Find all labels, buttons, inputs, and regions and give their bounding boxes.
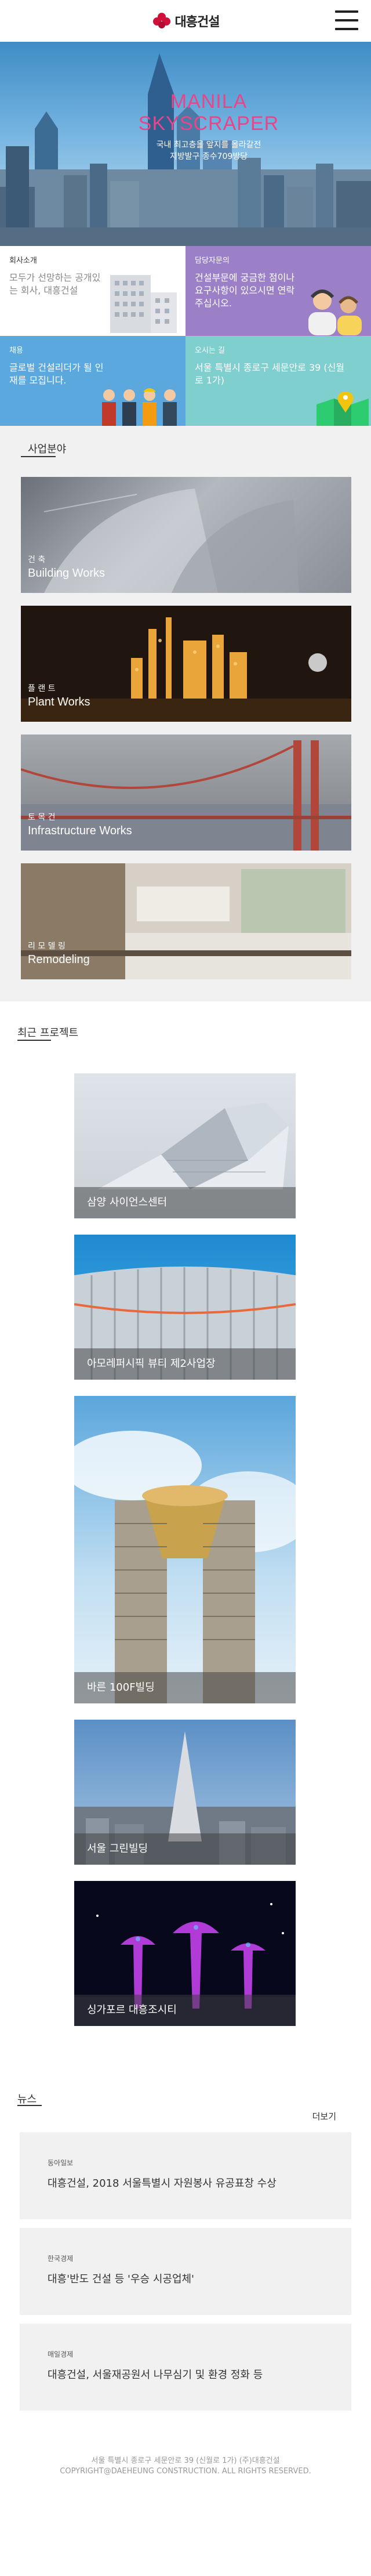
- hero-title-line1: MANILA: [170, 91, 248, 113]
- tile-company-intro[interactable]: 회사소개 모두가 선망하는 공개있는 회사, 대흥건설: [0, 246, 186, 336]
- news-item[interactable]: 매일경제 대흥건설, 서울재공원서 나무심기 및 환경 정화 등: [20, 2324, 351, 2411]
- projects-section-title: 최근 프로젝트: [17, 1027, 79, 1039]
- business-card-sub: 플 랜 트: [28, 684, 56, 693]
- hero-title-line2: SKYSCRAPER: [138, 113, 279, 135]
- tile-contact-label: 담당자문의: [195, 256, 230, 265]
- hero-subtitle-line2: 지방발구 종수709방당: [169, 152, 248, 161]
- project-card[interactable]: 바른 100F빌딩: [74, 1396, 296, 1703]
- hero-subtitle: 국내 최고층을 앞지를 올라갈전 지방발구 종수709방당: [110, 139, 307, 162]
- news-item[interactable]: 한국경제 대흥'반도 건설 등 '우승 시공업체': [20, 2228, 351, 2315]
- business-card-title: Plant Works: [28, 696, 90, 708]
- project-label: 서울 그린빌딩: [87, 1843, 148, 1855]
- building-illustration-icon: [110, 275, 177, 333]
- workers-illustration-icon: [102, 388, 177, 426]
- news-source: 동아일보: [48, 2159, 74, 2167]
- business-card-title: Remodeling: [28, 953, 90, 966]
- news-source: 한국경제: [48, 2255, 74, 2263]
- tile-recruit-text: 글로벌 건설리더가 될 인재를 모집니다.: [9, 362, 104, 386]
- business-card-remodeling[interactable]: 리 모 델 링 Remodeling: [21, 863, 351, 979]
- hero-title: MANILA SKYSCRAPER: [110, 91, 307, 135]
- hamburger-icon-bar: [335, 19, 358, 21]
- logo-text: 대흥건설: [174, 15, 220, 30]
- projects-title-underline: [17, 1040, 51, 1041]
- business-card-infrastructure[interactable]: 토 목 건 Infrastructure Works: [21, 735, 351, 851]
- tile-contact-text: 건설부문에 궁금한 점이나 요구사항이 있으시면 연락 주십시오.: [195, 272, 295, 309]
- tile-recruit[interactable]: 채용 글로벌 건설리더가 될 인재를 모집니다.: [0, 336, 186, 426]
- tile-location-label: 오시는 길: [195, 346, 225, 355]
- news-section-title: 뉴스: [17, 2093, 37, 2105]
- map-pin-icon: [317, 392, 369, 426]
- page: 대흥건설 MANILA SKYSCRAPER 국내 최고층을 앞지를 올라갈전 …: [0, 0, 371, 2576]
- news-title: 대흥건설, 2018 서울특별시 자원봉사 유공표창 수상: [48, 2177, 277, 2190]
- news-item[interactable]: 동아일보 대흥건설, 2018 서울특별시 자원봉사 유공표창 수상: [20, 2132, 351, 2219]
- project-label: 바른 100F빌딩: [87, 1681, 155, 1694]
- footer-address: 서울 특별시 종로구 세문안로 39 (신월로 1가) (주)대흥건설: [91, 2456, 280, 2465]
- tile-location-text: 서울 특별시 종로구 세문안로 39 (신월로 1가): [195, 362, 345, 386]
- hamburger-menu-button[interactable]: [335, 10, 358, 30]
- business-card-plant[interactable]: 플 랜 트 Plant Works: [21, 606, 351, 722]
- business-section-title: 사업분야: [28, 443, 67, 455]
- project-card[interactable]: 싱가포르 대흥조시티: [74, 1881, 296, 2026]
- business-card-sub: 건 축: [28, 555, 46, 565]
- support-agents-icon: [308, 290, 362, 335]
- logo-flower-icon: [152, 13, 170, 28]
- business-section: 사업분야 건 축 Building Works 플 랜 트 Plant Work…: [0, 426, 371, 1001]
- project-image: [74, 1431, 296, 1703]
- business-card-building[interactable]: 건 축 Building Works: [21, 477, 351, 593]
- business-title-underline: [21, 456, 56, 457]
- hero-banner[interactable]: MANILA SKYSCRAPER 국내 최고층을 앞지를 올라갈전 지방발구 …: [0, 42, 371, 246]
- tile-location[interactable]: 오시는 길 서울 특별시 종로구 세문안로 39 (신월로 1가): [186, 336, 371, 426]
- business-card-title: Infrastructure Works: [28, 824, 132, 837]
- business-card-sub: 토 목 건: [28, 813, 56, 822]
- project-label: 삼양 사이언스센터: [87, 1196, 168, 1209]
- project-card[interactable]: 삼양 사이언스센터: [74, 1073, 296, 1218]
- business-card-title: Building Works: [28, 567, 106, 580]
- project-label: 아모레퍼시픽 뷰티 제2사업장: [87, 1358, 216, 1370]
- project-card[interactable]: 아모레퍼시픽 뷰티 제2사업장: [74, 1235, 296, 1380]
- news-title: 대흥'반도 건설 등 '우승 시공업체': [48, 2273, 195, 2285]
- hamburger-icon: [335, 10, 358, 13]
- site-header: 대흥건설: [0, 0, 371, 42]
- project-card[interactable]: 서울 그린빌딩: [74, 1720, 296, 1865]
- news-title: 대흥건설, 서울재공원서 나무심기 및 환경 정화 등: [48, 2369, 263, 2381]
- news-title-underline: [17, 2105, 42, 2106]
- tile-contact[interactable]: 담당자문의 건설부문에 궁금한 점이나 요구사항이 있으시면 연락 주십시오.: [186, 246, 371, 336]
- project-label: 싱가포르 대흥조시티: [87, 2004, 177, 2016]
- hamburger-icon-bar: [335, 28, 358, 30]
- business-card-sub: 리 모 델 링: [28, 942, 66, 951]
- tile-company-label: 회사소개: [9, 256, 37, 265]
- tile-recruit-label: 채용: [9, 346, 23, 355]
- footer-copyright: COPYRIGHT@DAEHEUNG CONSTRUCTION. ALL RIG…: [60, 2467, 311, 2476]
- tile-company-text: 모두가 선망하는 공개있는 회사, 대흥건설: [9, 272, 101, 296]
- hero-subtitle-line1: 국내 최고층을 앞지를 올라갈전: [156, 140, 261, 150]
- news-source: 매일경제: [48, 2350, 74, 2358]
- news-more-link[interactable]: 더보기: [312, 2110, 336, 2122]
- logo[interactable]: 대흥건설: [152, 11, 220, 31]
